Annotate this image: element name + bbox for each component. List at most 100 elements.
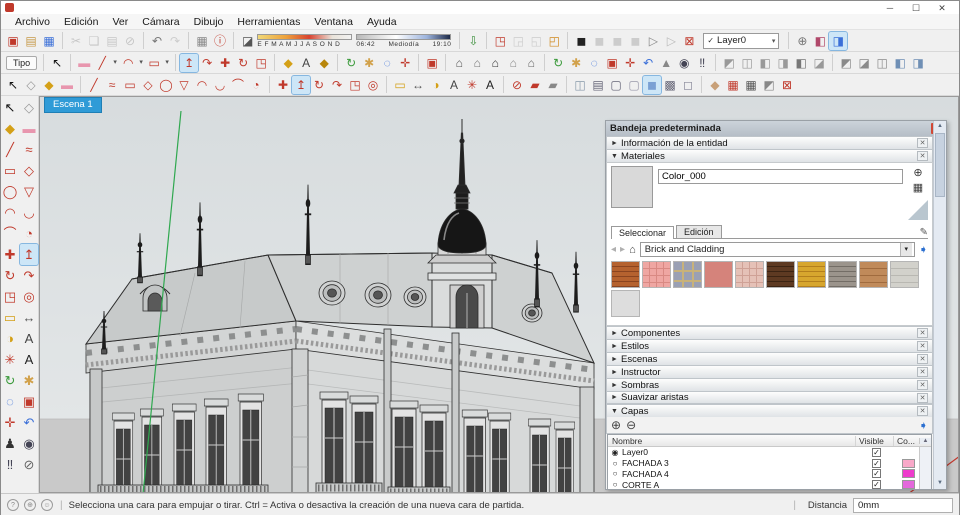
home-icon[interactable]: ⌂ — [629, 244, 636, 256]
component-house-roof-icon[interactable]: ⌂ — [504, 54, 522, 72]
zoom-2-icon[interactable]: ◌ — [585, 54, 603, 72]
section-plane-icon[interactable]: ⊘ — [508, 76, 526, 94]
section-suavizar-aristas[interactable]: ►Suavizar aristas✕ — [606, 391, 933, 404]
material-swatch-brick-rough[interactable] — [611, 261, 640, 288]
walk-icon[interactable]: ‼ — [693, 54, 711, 72]
toolbar-extra-1-icon[interactable]: ◩ — [837, 54, 855, 72]
layer-row[interactable]: ◉Layer0✓ — [608, 447, 919, 458]
section-instructor[interactable]: ►Instructor✕ — [606, 365, 933, 378]
push-pull-icon[interactable]: ↥ — [292, 76, 310, 94]
style-monochrome-icon[interactable]: ◻ — [679, 76, 697, 94]
previous-view-icon[interactable]: ↶ — [639, 54, 657, 72]
face-style-front-color-icon[interactable]: ◧ — [811, 32, 829, 50]
walk-icon[interactable]: ‼ — [1, 454, 19, 475]
rotated-rectangle-icon[interactable]: ◇ — [20, 160, 38, 181]
style-shaded-icon[interactable]: ◼ — [643, 76, 661, 94]
material-swatch-pavers-pink[interactable] — [735, 261, 764, 288]
rotate-icon[interactable]: ↻ — [234, 54, 252, 72]
orbit-2-icon[interactable]: ↻ — [549, 54, 567, 72]
collection-combobox[interactable]: Brick and Cladding ▾ — [640, 242, 915, 257]
shadow-time-slider[interactable]: 06:42 Mediodía 19:10 — [356, 34, 451, 48]
component-house-side-icon[interactable]: ⌂ — [468, 54, 486, 72]
layer-visible-checkbox[interactable]: ✓ — [872, 469, 881, 478]
view-left-icon[interactable]: ◧ — [792, 54, 810, 72]
subtract-icon[interactable]: ◰ — [545, 32, 563, 50]
style-wireframe-icon[interactable]: ▢ — [607, 76, 625, 94]
move-icon[interactable]: ✚ — [274, 76, 292, 94]
section-estilos[interactable]: ►Estilos✕ — [606, 339, 933, 352]
show-frustum-volume-icon[interactable]: ▷ — [662, 32, 680, 50]
close-section-icon[interactable]: ✕ — [917, 138, 928, 148]
push-pull-icon[interactable]: ↥ — [180, 54, 198, 72]
circle-icon[interactable]: ◯ — [157, 76, 175, 94]
minimize-button[interactable]: ─ — [877, 2, 903, 14]
dimensions-icon[interactable]: ↔ — [409, 76, 427, 94]
follow-me-icon[interactable]: ↷ — [198, 54, 216, 72]
two-point-arc-icon[interactable]: ◡ — [211, 76, 229, 94]
tray-titlebar[interactable]: Bandeja predeterminada ✕ — [606, 121, 946, 136]
follow-me-icon[interactable]: ↷ — [328, 76, 346, 94]
rectangle-icon[interactable]: ▭ — [1, 160, 19, 181]
active-layer-combobox[interactable]: ✓ Layer0 ▾ — [703, 33, 779, 49]
section-componentes[interactable]: ►Componentes✕ — [606, 326, 933, 339]
redo-icon[interactable]: ↷ — [166, 32, 184, 50]
protractor-icon[interactable]: ◑ — [1, 328, 19, 349]
undo-icon[interactable]: ↶ — [148, 32, 166, 50]
layer-color-chip[interactable] — [902, 448, 915, 457]
face-style-monochrome-icon[interactable]: ◨ — [829, 32, 847, 50]
scene-tab[interactable]: Escena 1 — [44, 97, 102, 113]
rectangle-icon[interactable]: ▭ — [145, 54, 163, 72]
rectangle-flyout-icon[interactable]: ▾ — [163, 54, 171, 72]
toolbar-extra-3-icon[interactable]: ◫ — [873, 54, 891, 72]
paste-icon[interactable]: ▤ — [103, 32, 121, 50]
paint-sample-icon[interactable]: ◆ — [315, 54, 333, 72]
move-icon[interactable]: ✚ — [216, 54, 234, 72]
arc-icon[interactable]: ◠ — [1, 202, 19, 223]
create-material-icon[interactable]: ⊕ — [913, 166, 922, 179]
axes-tool-icon[interactable]: ✳ — [463, 76, 481, 94]
lock-camera-icon[interactable]: ◼ — [626, 32, 644, 50]
save-icon[interactable]: ▦ — [40, 32, 58, 50]
scroll-up-icon[interactable]: ▲ — [934, 121, 946, 132]
share-model-icon[interactable]: ▣ — [423, 54, 441, 72]
style-mixed-icon[interactable]: ◩ — [760, 76, 778, 94]
menu-herramientas[interactable]: Herramientas — [231, 15, 306, 29]
select-icon[interactable]: ↖ — [4, 76, 22, 94]
circle-icon[interactable]: ◯ — [1, 181, 19, 202]
copy-icon[interactable]: ❏ — [85, 32, 103, 50]
toolbar-extra-2-icon[interactable]: ◪ — [855, 54, 873, 72]
pan-2-icon[interactable]: ✱ — [567, 54, 585, 72]
orbit-icon[interactable]: ↻ — [342, 54, 360, 72]
layer-radio[interactable]: ○ — [608, 469, 622, 478]
create-camera-icon[interactable]: ◼ — [572, 32, 590, 50]
layers-scrollbar[interactable]: ▼ — [919, 447, 931, 489]
material-swatch-tile-pink[interactable] — [642, 261, 671, 288]
close-section-icon[interactable]: ✕ — [917, 328, 928, 338]
zoom-window-icon[interactable]: ▣ — [603, 54, 621, 72]
in-model-style-icon[interactable]: ◆ — [706, 76, 724, 94]
text-tool-icon[interactable]: A — [20, 328, 38, 349]
arc-icon[interactable]: ◠ — [119, 54, 137, 72]
scale-icon[interactable]: ◳ — [1, 286, 19, 307]
polygon-icon[interactable]: ▽ — [175, 76, 193, 94]
shadow-date-slider[interactable]: E F M A M J J A S O N D — [257, 34, 352, 48]
geolocation-icon[interactable]: ? — [7, 499, 19, 511]
claim-credit-icon[interactable]: ⊕ — [24, 499, 36, 511]
close-section-icon[interactable]: ✕ — [917, 380, 928, 390]
delete-icon[interactable]: ⊘ — [121, 32, 139, 50]
axes-toggle-icon[interactable]: ⊕ — [793, 32, 811, 50]
camera-previous-icon[interactable]: ◼ — [590, 32, 608, 50]
3d-text-icon[interactable]: A — [20, 349, 38, 370]
print-icon[interactable]: ▦ — [193, 32, 211, 50]
freehand-icon[interactable]: ≈ — [20, 139, 38, 160]
view-iso-icon[interactable]: ◩ — [720, 54, 738, 72]
three-point-arc-icon[interactable]: ⌒ — [229, 76, 247, 94]
layer-row[interactable]: ○FACHADA 3✓ — [608, 458, 919, 469]
close-section-icon[interactable]: ✕ — [917, 393, 928, 403]
pan-icon[interactable]: ✱ — [20, 370, 38, 391]
style-shaded-textures-icon[interactable]: ▩ — [661, 76, 679, 94]
section-materials[interactable]: ▼ Materiales ✕ — [606, 149, 933, 162]
rocket-fly-icon[interactable]: ▲ — [657, 54, 675, 72]
tape-measure-icon[interactable]: ▭ — [391, 76, 409, 94]
select-icon[interactable]: ↖ — [48, 54, 66, 72]
